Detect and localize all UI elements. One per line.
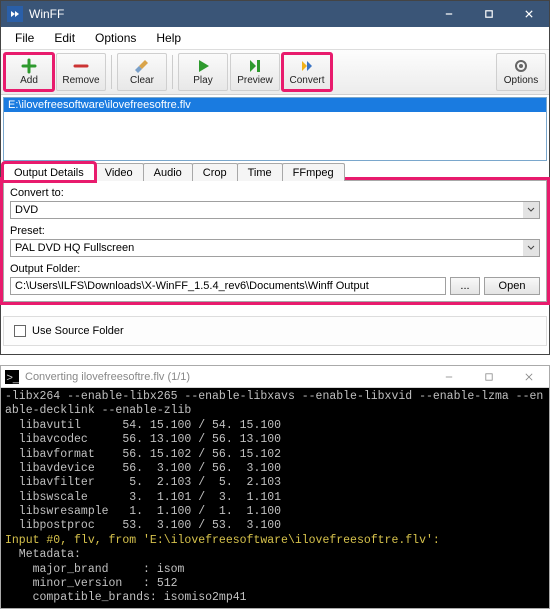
minimize-button[interactable] bbox=[429, 1, 469, 27]
clear-button[interactable]: Clear bbox=[117, 53, 167, 91]
broom-icon bbox=[134, 58, 150, 74]
svg-text:>_: >_ bbox=[6, 372, 19, 384]
console-output: -libx264 --enable-libx265 --enable-libxa… bbox=[1, 388, 549, 608]
use-source-folder-checkbox[interactable] bbox=[14, 325, 26, 337]
use-source-folder-label: Use Source Folder bbox=[32, 325, 124, 337]
output-folder-label: Output Folder: bbox=[10, 263, 540, 275]
options-area: Use Source Folder bbox=[3, 316, 547, 346]
output-folder-field[interactable]: C:\Users\ILFS\Downloads\X-WinFF_1.5.4_re… bbox=[10, 277, 446, 295]
tab-audio[interactable]: Audio bbox=[143, 163, 193, 181]
play-icon bbox=[195, 58, 211, 74]
preset-select[interactable]: PAL DVD HQ Fullscreen bbox=[10, 239, 540, 257]
console-title-bar: >_ Converting ilovefreesoftre.flv (1/1) bbox=[1, 366, 549, 388]
main-window: WinFF File Edit Options Help Add Remove … bbox=[0, 0, 550, 355]
preview-button[interactable]: Preview bbox=[230, 53, 280, 91]
add-button[interactable]: Add bbox=[4, 53, 54, 91]
remove-button[interactable]: Remove bbox=[56, 53, 106, 91]
play-button[interactable]: Play bbox=[178, 53, 228, 91]
toolbar: Add Remove Clear Play Preview Convert Op… bbox=[1, 50, 549, 95]
browse-button[interactable]: ... bbox=[450, 277, 480, 295]
separator bbox=[172, 55, 173, 89]
tab-strip: Output Details Video Audio Crop Time FFm… bbox=[3, 163, 547, 181]
convert-button[interactable]: Convert bbox=[282, 53, 332, 91]
preset-label: Preset: bbox=[10, 225, 540, 237]
menu-options[interactable]: Options bbox=[85, 29, 146, 47]
open-folder-button[interactable]: Open bbox=[484, 277, 540, 295]
tab-time[interactable]: Time bbox=[237, 163, 283, 181]
tabs-area: Output Details Video Audio Crop Time FFm… bbox=[3, 163, 547, 302]
menu-help[interactable]: Help bbox=[146, 29, 191, 47]
chevron-down-icon bbox=[523, 240, 539, 256]
preset-value: PAL DVD HQ Fullscreen bbox=[11, 240, 523, 256]
console-minimize-button[interactable] bbox=[429, 366, 469, 388]
console-close-button[interactable] bbox=[509, 366, 549, 388]
console-window: >_ Converting ilovefreesoftre.flv (1/1) … bbox=[0, 365, 550, 609]
minus-icon bbox=[73, 58, 89, 74]
separator bbox=[111, 55, 112, 89]
output-details-panel: Convert to: DVD Preset: PAL DVD HQ Fulls… bbox=[3, 180, 547, 302]
convert-to-select[interactable]: DVD bbox=[10, 201, 540, 219]
options-button[interactable]: Options bbox=[496, 53, 546, 91]
console-maximize-button[interactable] bbox=[469, 366, 509, 388]
menu-edit[interactable]: Edit bbox=[44, 29, 85, 47]
file-list[interactable]: E:\ilovefreesoftware\ilovefreesoftre.flv bbox=[3, 97, 547, 161]
tab-crop[interactable]: Crop bbox=[192, 163, 238, 181]
menu-bar: File Edit Options Help bbox=[1, 27, 549, 50]
menu-file[interactable]: File bbox=[5, 29, 44, 47]
tab-video[interactable]: Video bbox=[94, 163, 144, 181]
cmd-icon: >_ bbox=[5, 370, 19, 384]
console-title: Converting ilovefreesoftre.flv (1/1) bbox=[25, 371, 429, 383]
gear-icon bbox=[513, 58, 529, 74]
convert-icon bbox=[299, 58, 315, 74]
close-button[interactable] bbox=[509, 1, 549, 27]
plus-icon bbox=[21, 58, 37, 74]
tab-ffmpeg[interactable]: FFmpeg bbox=[282, 163, 345, 181]
preview-icon bbox=[247, 58, 263, 74]
window-title: WinFF bbox=[29, 7, 429, 21]
maximize-button[interactable] bbox=[469, 1, 509, 27]
chevron-down-icon bbox=[523, 202, 539, 218]
app-icon bbox=[7, 6, 23, 22]
convert-to-value: DVD bbox=[11, 202, 523, 218]
convert-to-label: Convert to: bbox=[10, 187, 540, 199]
file-list-item[interactable]: E:\ilovefreesoftware\ilovefreesoftre.flv bbox=[4, 98, 546, 112]
title-bar: WinFF bbox=[1, 1, 549, 27]
tab-output-details[interactable]: Output Details bbox=[3, 163, 95, 181]
